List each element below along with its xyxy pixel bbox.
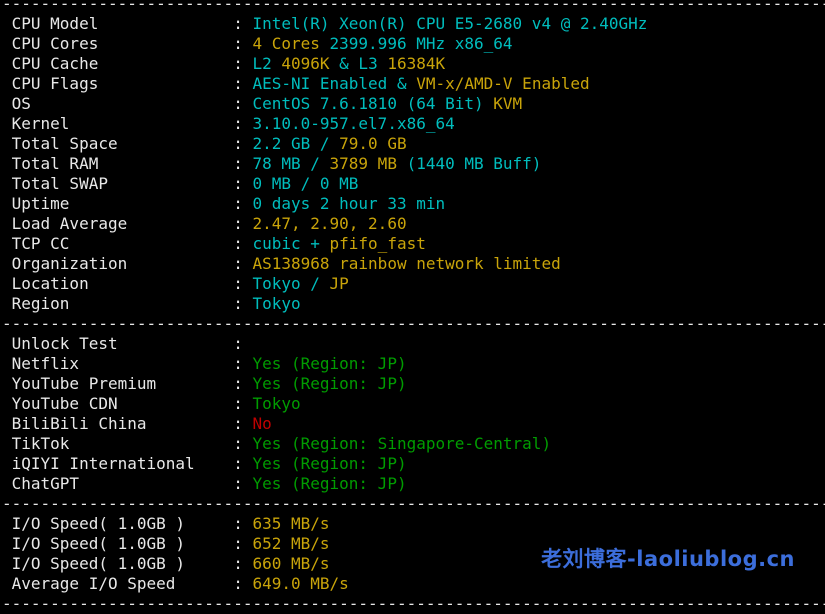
separator-line: ----------------------------------------… (2, 314, 825, 334)
row-value-segment: 3.10.0-957.el7.x86_64 (252, 114, 454, 133)
row-label: YouTube CDN : (2, 394, 252, 413)
row-label: TCP CC : (2, 234, 252, 253)
row-value-segment: 652 MB/s (252, 534, 329, 553)
terminal-row: Region : Tokyo (2, 294, 825, 314)
section-unlock-test: Unlock Test : Netflix : Yes (Region: JP)… (2, 334, 825, 494)
row-label: Unlock Test : (2, 334, 252, 353)
terminal-row: iQIYI International : Yes (Region: JP) (2, 454, 825, 474)
row-value-segment: Tokyo (252, 394, 300, 413)
terminal-row: Unlock Test : (2, 334, 825, 354)
row-value-segment: VM-x/AMD-V Enabled (416, 74, 589, 93)
row-value-segment: AES-NI Enabled & (252, 74, 416, 93)
row-value-segment: 2399.996 MHz x86_64 (330, 34, 513, 53)
terminal-row: Average I/O Speed : 649.0 MB/s (2, 574, 825, 594)
row-value-segment: Tokyo / (252, 274, 329, 293)
row-value-segment: 79.0 GB (339, 134, 406, 153)
row-label: Netflix : (2, 354, 252, 373)
row-value-segment: cubic + (252, 234, 329, 253)
row-label: OS : (2, 94, 252, 113)
row-value-segment: L2 (252, 54, 281, 73)
row-label: Location : (2, 274, 252, 293)
terminal-row: CPU Cores : 4 Cores 2399.996 MHz x86_64 (2, 34, 825, 54)
row-value-segment: & L3 (330, 54, 388, 73)
terminal-row: TCP CC : cubic + pfifo_fast (2, 234, 825, 254)
row-label: CPU Cores : (2, 34, 252, 53)
row-label: Total SWAP : (2, 174, 252, 193)
row-label: Kernel : (2, 114, 252, 133)
row-label: Uptime : (2, 194, 252, 213)
terminal-row: Organization : AS138968 rainbow network … (2, 254, 825, 274)
terminal-row: CPU Model : Intel(R) Xeon(R) CPU E5-2680… (2, 14, 825, 34)
row-value-segment: Intel(R) Xeon(R) CPU E5-2680 v4 @ 2.40GH… (252, 14, 647, 33)
terminal-row: Total Space : 2.2 GB / 79.0 GB (2, 134, 825, 154)
row-value-segment: Yes (Region: JP) (252, 454, 406, 473)
row-value-segment: 4096K (281, 54, 329, 73)
terminal-row: TikTok : Yes (Region: Singapore-Central) (2, 434, 825, 454)
row-value-segment: No (252, 414, 271, 433)
row-label: ChatGPT : (2, 474, 252, 493)
terminal-row: CPU Flags : AES-NI Enabled & VM-x/AMD-V … (2, 74, 825, 94)
terminal-row: Kernel : 3.10.0-957.el7.x86_64 (2, 114, 825, 134)
row-value-segment: CentOS 7.6.1810 (64 Bit) (252, 94, 493, 113)
row-label: CPU Flags : (2, 74, 252, 93)
section-system-info: CPU Model : Intel(R) Xeon(R) CPU E5-2680… (2, 14, 825, 314)
row-label: Total RAM : (2, 154, 252, 173)
terminal-row: I/O Speed( 1.0GB ) : 635 MB/s (2, 514, 825, 534)
row-value-segment: 649.0 MB/s (252, 574, 348, 593)
row-label: CPU Model : (2, 14, 252, 33)
row-label: Region : (2, 294, 252, 313)
row-label: BiliBili China : (2, 414, 252, 433)
row-label: YouTube Premium : (2, 374, 252, 393)
terminal-row: YouTube CDN : Tokyo (2, 394, 825, 414)
row-value-segment: pfifo_fast (330, 234, 426, 253)
terminal-output: ----------------------------------------… (0, 0, 825, 614)
row-value-segment: 16384K (387, 54, 445, 73)
row-label: I/O Speed( 1.0GB ) : (2, 514, 252, 533)
row-value-segment: Yes (Region: JP) (252, 354, 406, 373)
separator-line: ----------------------------------------… (2, 494, 825, 514)
terminal-row: Load Average : 2.47, 2.90, 2.60 (2, 214, 825, 234)
terminal-row: YouTube Premium : Yes (Region: JP) (2, 374, 825, 394)
row-label: CPU Cache : (2, 54, 252, 73)
row-value-segment: 4 Cores (252, 34, 329, 53)
row-label: Total Space : (2, 134, 252, 153)
row-value-segment: KVM (493, 94, 522, 113)
row-value-segment: 78 MB / (252, 154, 329, 173)
row-value-segment: Yes (Region: JP) (252, 474, 406, 493)
row-label: Average I/O Speed : (2, 574, 252, 593)
terminal-row: Location : Tokyo / JP (2, 274, 825, 294)
terminal-row: BiliBili China : No (2, 414, 825, 434)
terminal-row: OS : CentOS 7.6.1810 (64 Bit) KVM (2, 94, 825, 114)
terminal-row: CPU Cache : L2 4096K & L3 16384K (2, 54, 825, 74)
row-value-segment: Yes (Region: Singapore-Central) (252, 434, 551, 453)
row-value-segment: (1440 MB Buff) (407, 154, 542, 173)
row-label: I/O Speed( 1.0GB ) : (2, 534, 252, 553)
row-value-segment: 660 MB/s (252, 554, 329, 573)
row-value-segment: AS138968 rainbow network limited (252, 254, 560, 273)
terminal-row: Uptime : 0 days 2 hour 33 min (2, 194, 825, 214)
row-label: I/O Speed( 1.0GB ) : (2, 554, 252, 573)
row-value-segment: 3789 MB (330, 154, 407, 173)
row-value-segment: 0 MB / 0 MB (252, 174, 358, 193)
row-value-segment: JP (330, 274, 349, 293)
terminal-row: Netflix : Yes (Region: JP) (2, 354, 825, 374)
row-value-segment: Yes (Region: JP) (252, 374, 406, 393)
row-value-segment: Tokyo (252, 294, 300, 313)
row-value-segment: 2.2 GB / (252, 134, 339, 153)
separator-line: ----------------------------------------… (2, 594, 825, 614)
row-label: TikTok : (2, 434, 252, 453)
terminal-row: ChatGPT : Yes (Region: JP) (2, 474, 825, 494)
row-label: iQIYI International : (2, 454, 252, 473)
row-value-segment: 635 MB/s (252, 514, 329, 533)
separator-line: ----------------------------------------… (2, 0, 825, 14)
terminal-row: Total RAM : 78 MB / 3789 MB (1440 MB Buf… (2, 154, 825, 174)
row-value-segment: 0 days 2 hour 33 min (252, 194, 445, 213)
row-label: Load Average : (2, 214, 252, 233)
row-label: Organization : (2, 254, 252, 273)
watermark: 老刘博客-laoliublog.cn (541, 543, 795, 573)
row-value-segment: 2.47, 2.90, 2.60 (252, 214, 406, 233)
terminal-row: Total SWAP : 0 MB / 0 MB (2, 174, 825, 194)
